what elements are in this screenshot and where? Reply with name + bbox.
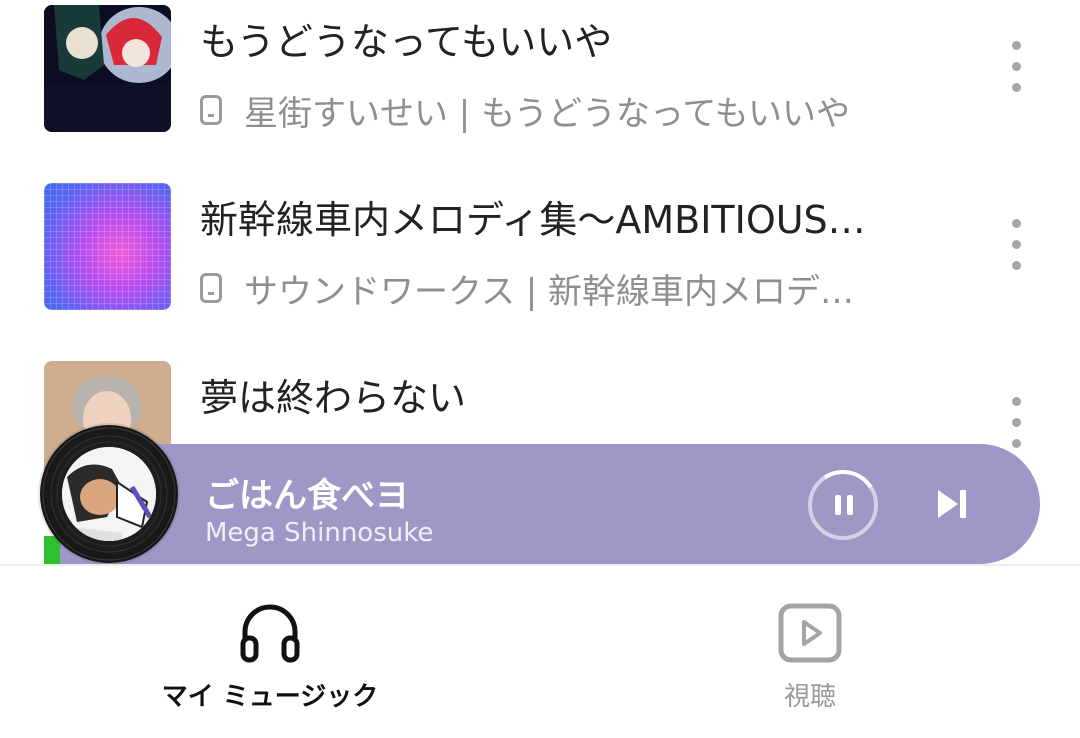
tab-watch-label: 視聴	[783, 682, 836, 712]
now-playing-title: ごはん食べヨ	[205, 476, 409, 516]
list-item[interactable]: 新幹線車内メロディ集〜AMBITIOUS… サウンドワークス | 新幹線車内メロ…	[0, 183, 1080, 313]
vinyl-disc-artwork[interactable]	[40, 425, 178, 563]
local-file-icon	[200, 273, 222, 303]
artist-album-label: 星街すいせい | もうどうなってもいいや	[244, 93, 850, 134]
tab-my-music[interactable]: マイ ミュージック	[0, 566, 540, 738]
more-options-icon[interactable]	[1000, 219, 1032, 279]
video-play-icon	[777, 600, 843, 670]
tab-watch[interactable]: 視聴	[540, 566, 1080, 738]
next-track-icon[interactable]	[932, 484, 972, 524]
pause-button[interactable]	[808, 470, 878, 540]
tab-my-music-label: マイ ミュージック	[161, 682, 379, 712]
song-meta: 星街すいせい | もうどうなってもいいや	[200, 87, 850, 134]
mini-player[interactable]: ごはん食べヨ Mega Shinnosuke	[60, 444, 1040, 564]
bottom-navigation: マイ ミュージック 視聴	[0, 564, 1080, 738]
song-title: 夢は終わらない	[200, 376, 467, 420]
cover-art	[62, 447, 156, 541]
more-options-icon[interactable]	[1000, 41, 1032, 101]
more-options-icon[interactable]	[1000, 397, 1032, 457]
headphones-icon	[237, 600, 303, 670]
song-title: 新幹線車内メロディ集〜AMBITIOUS…	[200, 198, 866, 242]
album-art	[44, 5, 171, 132]
artist-album-label: サウンドワークス | 新幹線車内メロデ…	[244, 271, 855, 312]
local-file-icon	[200, 95, 222, 125]
now-playing-artist: Mega Shinnosuke	[205, 518, 434, 548]
song-meta: サウンドワークス | 新幹線車内メロデ…	[200, 265, 855, 312]
list-item[interactable]: もうどうなってもいいや 星街すいせい | もうどうなってもいいや	[0, 5, 1080, 135]
album-art	[44, 183, 171, 310]
song-title: もうどうなってもいいや	[200, 20, 613, 64]
